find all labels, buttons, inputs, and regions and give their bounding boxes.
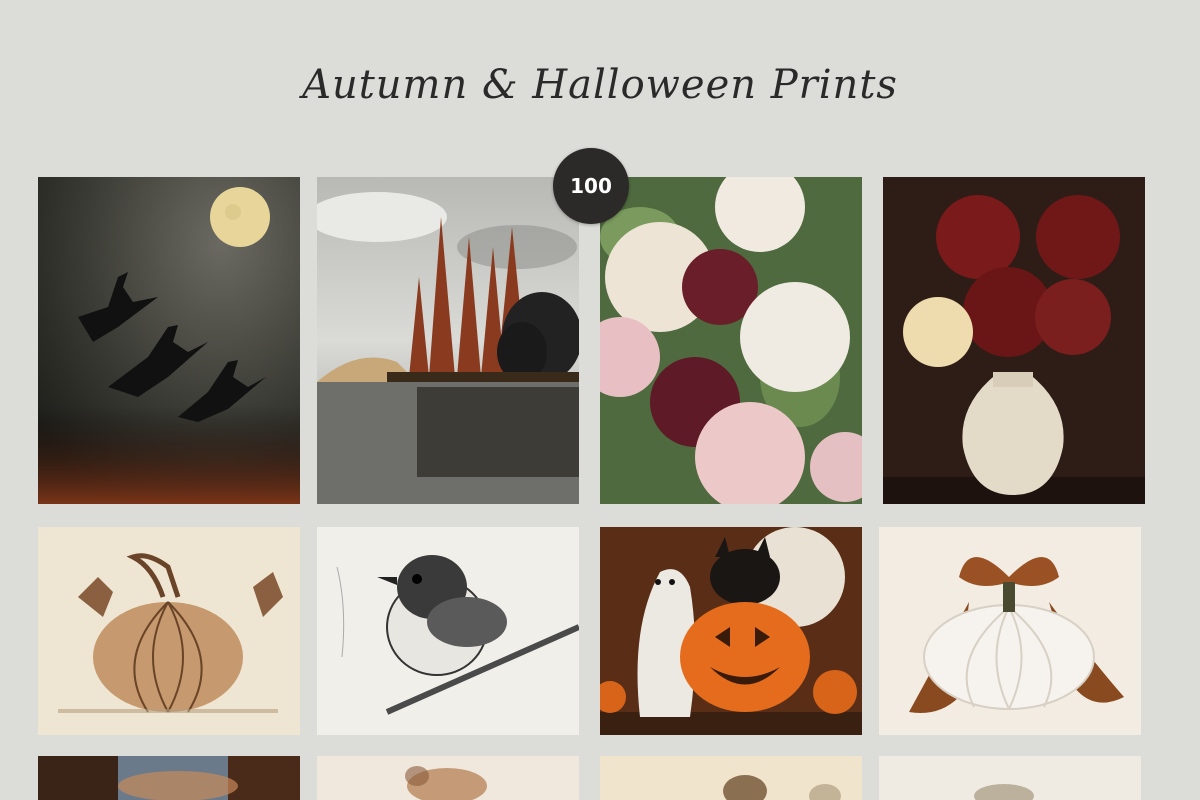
print-dried-flowers-sketch[interactable]	[317, 756, 579, 800]
print-bird-vintage-print[interactable]	[600, 756, 862, 800]
print-ghost-black-cat-jack-o-lantern[interactable]	[600, 527, 862, 735]
print-white-pumpkin-brown-bow[interactable]	[879, 527, 1141, 735]
print-witches-flying-moon[interactable]	[38, 177, 300, 504]
print-dried-botanical-print[interactable]	[879, 756, 1141, 800]
print-count-badge: 100	[553, 148, 629, 224]
print-red-ranunculus-vase[interactable]	[883, 177, 1145, 504]
print-pink-burgundy-roses[interactable]	[600, 177, 862, 504]
print-autumn-trees-lake[interactable]	[317, 177, 579, 504]
print-vintage-pumpkin-sketch[interactable]	[38, 527, 300, 735]
print-autumn-forest-sunset[interactable]	[38, 756, 300, 800]
print-bird-on-branch-sketch[interactable]	[317, 527, 579, 735]
page-title: Autumn & Halloween Prints	[302, 62, 898, 108]
